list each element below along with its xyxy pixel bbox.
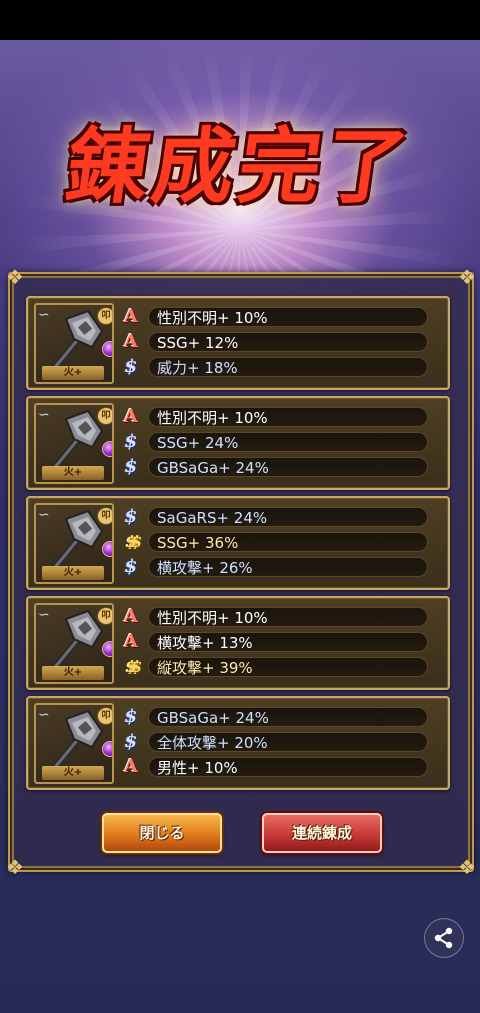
weapon-thumbnail[interactable]: ∽ 叩火+ [34, 503, 114, 584]
chain-icon: ∽ [38, 707, 50, 723]
gem-icon [102, 441, 112, 457]
rank-ss-icon: $$ [125, 657, 142, 676]
gem-icon [102, 341, 112, 357]
stat-row: A SSG+ 12% [120, 331, 428, 353]
stat-row: $ SaGaRS+ 24% [120, 506, 428, 528]
chain-icon: ∽ [38, 407, 50, 423]
rank-a-icon: A [124, 406, 138, 427]
rank-a-icon: A [124, 606, 138, 627]
rank-s-icon: $ [124, 456, 138, 477]
rank-s-icon: $ [124, 506, 138, 527]
rank-s-icon: $ [124, 356, 138, 377]
stat-row: $ GBSaGa+ 24% [120, 456, 428, 478]
weapon-element-tag: 火+ [42, 766, 104, 780]
weapon-thumbnail[interactable]: ∽ 叩火+ [34, 403, 114, 484]
close-button[interactable]: 閉じる [102, 813, 222, 853]
stat-label: 男性+ 10% [148, 757, 428, 777]
stat-label: 横攻撃+ 26% [148, 557, 428, 577]
stat-label: GBSaGa+ 24% [148, 707, 428, 727]
stat-row: A 男性+ 10% [120, 756, 428, 778]
weapon-element-tag: 火+ [42, 566, 104, 580]
stat-label: SSG+ 12% [148, 332, 428, 352]
attribute-badge: 叩 [97, 307, 112, 325]
stat-label: 全体攻撃+ 20% [148, 732, 428, 752]
stat-label: SSG+ 24% [148, 432, 428, 452]
attribute-badge: 叩 [97, 607, 112, 625]
stat-label: 性別不明+ 10% [148, 607, 428, 627]
stat-row: $ 威力+ 18% [120, 356, 428, 378]
forge-result-card[interactable]: ∽ 叩火+ A 性別不明+ 10% A 横攻撃+ 13% $$ 縦攻撃+ 39% [26, 596, 450, 690]
share-button[interactable] [424, 918, 464, 958]
attribute-badge: 叩 [97, 707, 112, 725]
stat-row: $$ 縦攻撃+ 39% [120, 656, 428, 678]
stat-label: SSG+ 36% [148, 532, 428, 552]
weapon-thumbnail[interactable]: ∽ 叩火+ [34, 603, 114, 684]
attribute-badge: 叩 [97, 507, 112, 525]
forge-result-card[interactable]: ∽ 叩火+ $ GBSaGa+ 24% $ 全体攻撃+ 20% A 男性+ 10% [26, 696, 450, 790]
weapon-element-tag: 火+ [42, 666, 104, 680]
share-icon [434, 927, 453, 949]
stat-row: A 性別不明+ 10% [120, 306, 428, 328]
rank-s-icon: $ [124, 731, 138, 752]
stat-label: GBSaGa+ 24% [148, 457, 428, 477]
stat-row: $ 横攻撃+ 26% [120, 556, 428, 578]
stat-row: $ 全体攻撃+ 20% [120, 731, 428, 753]
chain-icon: ∽ [38, 307, 50, 323]
gem-icon [102, 741, 112, 757]
stat-label: 横攻撃+ 13% [148, 632, 428, 652]
stat-label: 性別不明+ 10% [148, 407, 428, 427]
rank-a-icon: A [124, 306, 138, 327]
stat-row: $$ SSG+ 36% [120, 531, 428, 553]
stat-label: 性別不明+ 10% [148, 307, 428, 327]
stat-label: 縦攻撃+ 39% [148, 657, 428, 677]
rank-s-icon: $ [124, 706, 138, 727]
attribute-badge: 叩 [97, 407, 112, 425]
weapon-thumbnail[interactable]: ∽ 叩火+ [34, 703, 114, 784]
forge-result-card[interactable]: ∽ 叩火+ $ SaGaRS+ 24% $$ SSG+ 36% $ 横攻撃+ 26% [26, 496, 450, 590]
stat-row: $ GBSaGa+ 24% [120, 706, 428, 728]
stat-label: SaGaRS+ 24% [148, 507, 428, 527]
chain-icon: ∽ [38, 607, 50, 623]
gem-icon [102, 541, 112, 557]
weapon-element-tag: 火+ [42, 466, 104, 480]
stat-row: A 横攻撃+ 13% [120, 631, 428, 653]
ornament-icon: ❖ [6, 855, 24, 879]
stat-row: $ SSG+ 24% [120, 431, 428, 453]
rank-s-icon: $ [124, 431, 138, 452]
rank-a-icon: A [124, 331, 138, 352]
ornament-icon: ❖ [458, 265, 476, 289]
rank-s-icon: $ [124, 556, 138, 577]
chain-icon: ∽ [38, 507, 50, 523]
stat-row: A 性別不明+ 10% [120, 606, 428, 628]
forge-result-card[interactable]: ∽ 叩火+ A 性別不明+ 10% $ SSG+ 24% $ GBSaGa+ 24% [26, 396, 450, 490]
weapon-thumbnail[interactable]: ∽ 叩火+ [34, 303, 114, 384]
ornament-icon: ❖ [458, 855, 476, 879]
repeat-forge-button[interactable]: 連続錬成 [262, 813, 382, 853]
rank-a-icon: A [124, 631, 138, 652]
status-bar [0, 0, 480, 40]
ornament-icon: ❖ [6, 265, 24, 289]
stat-row: A 性別不明+ 10% [120, 406, 428, 428]
rank-ss-icon: $$ [125, 532, 142, 551]
rank-a-icon: A [124, 756, 138, 777]
forge-result-card[interactable]: ∽ 叩火+ A 性別不明+ 10% A SSG+ 12% $ 威力+ 18% [26, 296, 450, 390]
weapon-element-tag: 火+ [42, 366, 104, 380]
gem-icon [102, 641, 112, 657]
page-title: 錬成完了 [60, 119, 418, 215]
stat-label: 威力+ 18% [148, 357, 428, 377]
